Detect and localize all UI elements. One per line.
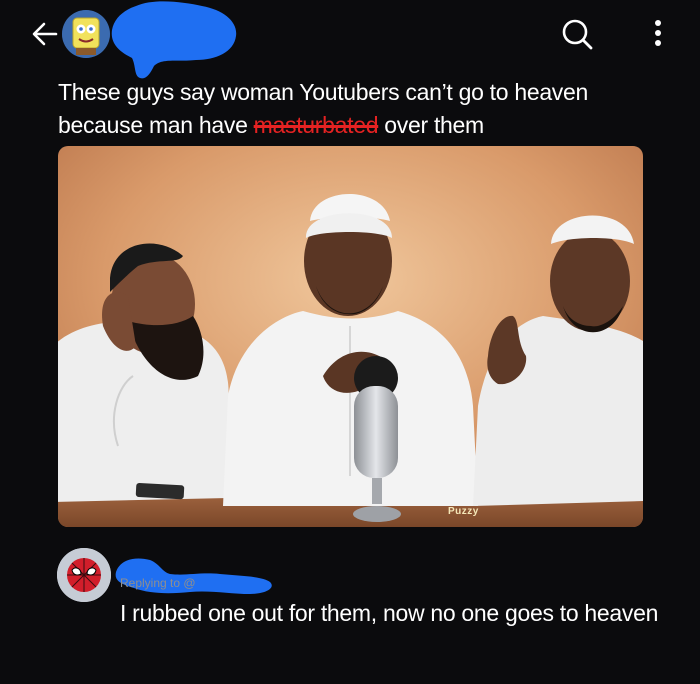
- search-button[interactable]: [557, 14, 597, 54]
- reply-author-avatar[interactable]: [57, 548, 111, 602]
- arrow-left-icon: [32, 22, 58, 46]
- author-avatar[interactable]: [62, 10, 110, 58]
- reply-text: I rubbed one out for them, now no one go…: [120, 600, 659, 626]
- more-vertical-icon: [655, 20, 661, 46]
- post-image[interactable]: [58, 146, 643, 527]
- post-text: These guys say woman Youtubers can’t go …: [58, 76, 678, 142]
- image-watermark: Puzzy: [448, 506, 479, 517]
- post-text-end: over them: [378, 112, 484, 138]
- redacted-username: [111, 1, 237, 79]
- replying-to-label: Replying to @: [120, 576, 196, 590]
- redacted-reply-username: [115, 558, 272, 594]
- top-bar: @: [0, 0, 700, 79]
- back-button[interactable]: [26, 14, 66, 54]
- more-options-button[interactable]: [643, 14, 673, 54]
- search-icon: [562, 19, 593, 50]
- struck-word: masturbated: [253, 112, 379, 138]
